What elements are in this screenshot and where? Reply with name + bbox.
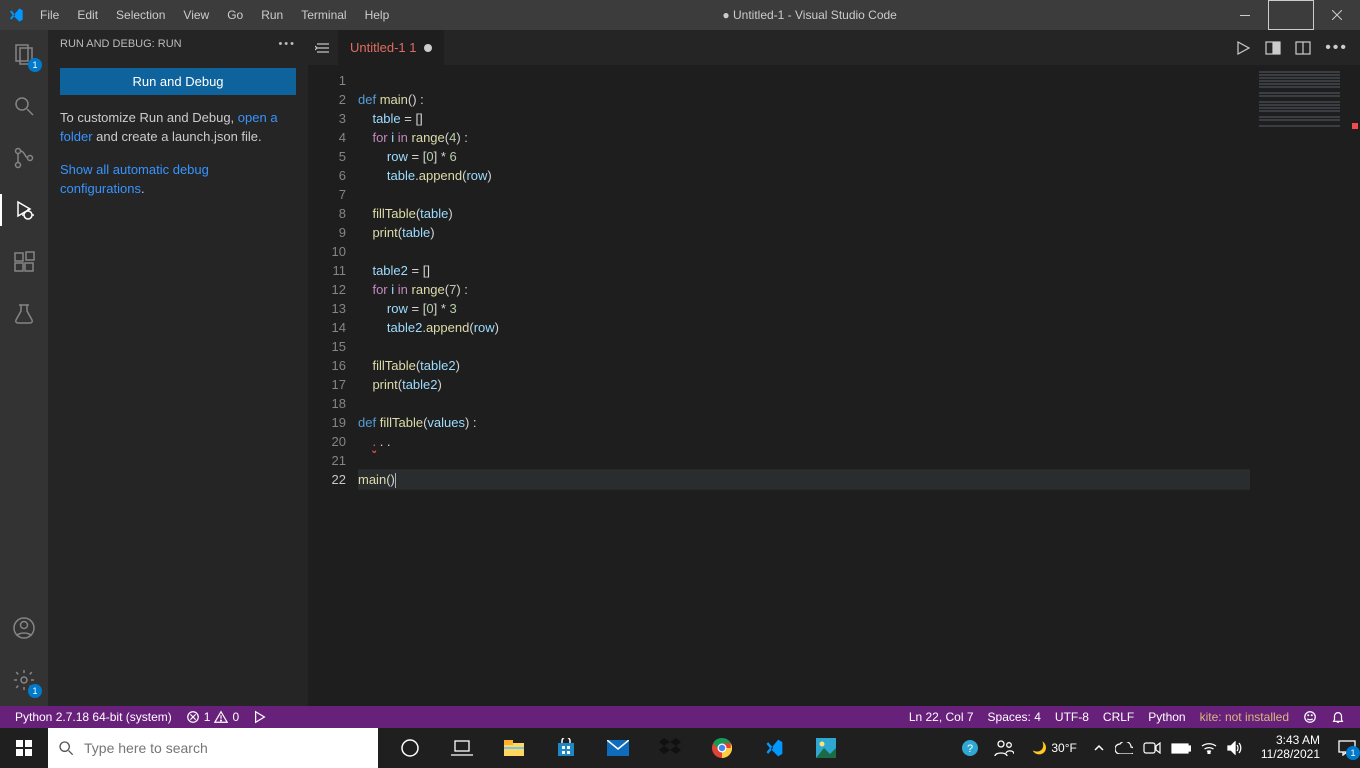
menu-file[interactable]: File bbox=[32, 0, 67, 30]
status-start-debug-icon[interactable] bbox=[246, 706, 274, 728]
editor-more-icon[interactable]: ••• bbox=[1325, 39, 1348, 57]
vscode-logo-icon bbox=[0, 7, 32, 23]
taskbar-search[interactable] bbox=[48, 728, 378, 768]
tray-clock[interactable]: 3:43 AM 11/28/2021 bbox=[1253, 734, 1328, 762]
window-minimize-button[interactable] bbox=[1222, 0, 1268, 30]
sidebar-title: RUN AND DEBUG: RUN bbox=[60, 38, 182, 50]
taskbar-vscode-icon[interactable] bbox=[762, 736, 786, 760]
sidebar-more-icon[interactable]: ••• bbox=[278, 38, 296, 50]
tray-meet-now-icon[interactable] bbox=[1143, 742, 1161, 754]
tray-chevron-up-icon[interactable] bbox=[1093, 742, 1105, 754]
sidebar-configs-text: Show all automatic debug configurations. bbox=[60, 161, 296, 199]
tab-dirty-indicator-icon bbox=[424, 44, 432, 52]
show-configs-link[interactable]: Show all automatic debug configurations bbox=[60, 162, 209, 196]
status-problems[interactable]: 1 0 bbox=[179, 706, 246, 728]
status-language-mode[interactable]: Python bbox=[1141, 706, 1192, 728]
taskbar-chrome-icon[interactable] bbox=[710, 736, 734, 760]
split-editor-icon[interactable] bbox=[1295, 40, 1311, 56]
menu-go[interactable]: Go bbox=[219, 0, 251, 30]
menu-edit[interactable]: Edit bbox=[69, 0, 106, 30]
activity-run-debug-icon[interactable] bbox=[0, 194, 48, 226]
tray-help-icon[interactable]: ? bbox=[958, 736, 982, 760]
minimap-error-marker-icon[interactable] bbox=[1352, 123, 1358, 129]
sidebar-run-and-debug: RUN AND DEBUG: RUN ••• Run and Debug To … bbox=[48, 30, 308, 706]
window-close-button[interactable] bbox=[1314, 0, 1360, 30]
svg-text:?: ? bbox=[967, 743, 973, 755]
taskbar-mail-icon[interactable] bbox=[606, 736, 630, 760]
activity-accounts-icon[interactable] bbox=[0, 612, 48, 644]
windows-taskbar: ? 🌙30°F 3:43 AM 11/28/2021 1 bbox=[0, 728, 1360, 768]
taskbar-search-input[interactable] bbox=[84, 740, 368, 756]
start-button[interactable] bbox=[0, 728, 48, 768]
taskbar-taskview-icon[interactable] bbox=[450, 736, 474, 760]
editor-tabs: Untitled-1 1 ••• bbox=[308, 30, 1360, 65]
status-bar: Python 2.7.18 64-bit (system) 1 0 Ln 22,… bbox=[0, 706, 1360, 728]
tray-volume-icon[interactable] bbox=[1227, 741, 1243, 755]
status-feedback-icon[interactable] bbox=[1296, 706, 1324, 728]
menu-help[interactable]: Help bbox=[357, 0, 398, 30]
title-bar: File Edit Selection View Go Run Terminal… bbox=[0, 0, 1360, 30]
activity-extensions-icon[interactable] bbox=[0, 246, 48, 278]
code-editor[interactable]: def main() : table = [] for i in range(4… bbox=[358, 65, 1250, 706]
run-and-debug-button[interactable]: Run and Debug bbox=[60, 68, 296, 95]
tray-wifi-icon[interactable] bbox=[1201, 742, 1217, 754]
window-title: ● Untitled-1 - Visual Studio Code bbox=[397, 8, 1222, 22]
activity-explorer-icon[interactable]: 1 bbox=[0, 38, 48, 70]
menu-terminal[interactable]: Terminal bbox=[293, 0, 354, 30]
tray-battery-icon[interactable] bbox=[1171, 743, 1191, 754]
sidebar-customize-text: To customize Run and Debug, open a folde… bbox=[60, 109, 296, 147]
minimap[interactable] bbox=[1250, 65, 1360, 706]
explorer-badge: 1 bbox=[28, 58, 42, 72]
status-notifications-icon[interactable] bbox=[1324, 706, 1352, 728]
taskbar-store-icon[interactable] bbox=[554, 736, 578, 760]
tray-onedrive-icon[interactable] bbox=[1115, 742, 1133, 754]
tray-people-icon[interactable] bbox=[992, 736, 1016, 760]
line-number-gutter[interactable]: 12345678910111213141516171819202122 bbox=[308, 65, 358, 706]
status-python-interpreter[interactable]: Python 2.7.18 64-bit (system) bbox=[8, 706, 179, 728]
editor-area: Untitled-1 1 ••• 12345678910111213141516… bbox=[308, 30, 1360, 706]
status-kite[interactable]: kite: not installed bbox=[1193, 706, 1296, 728]
activity-search-icon[interactable] bbox=[0, 90, 48, 122]
status-indent[interactable]: Spaces: 4 bbox=[981, 706, 1048, 728]
taskbar-cortana-icon[interactable] bbox=[398, 736, 422, 760]
settings-badge: 1 bbox=[28, 684, 42, 698]
activity-testing-icon[interactable] bbox=[0, 298, 48, 330]
status-eol[interactable]: CRLF bbox=[1096, 706, 1141, 728]
split-editor-right-icon[interactable] bbox=[1265, 40, 1281, 56]
activity-source-control-icon[interactable] bbox=[0, 142, 48, 174]
menu-view[interactable]: View bbox=[175, 0, 217, 30]
taskbar-explorer-icon[interactable] bbox=[502, 736, 526, 760]
editor-tab-untitled-1[interactable]: Untitled-1 1 bbox=[338, 30, 445, 65]
window-maximize-button[interactable] bbox=[1268, 0, 1314, 30]
taskbar-dropbox-icon[interactable] bbox=[658, 736, 682, 760]
status-encoding[interactable]: UTF-8 bbox=[1048, 706, 1096, 728]
run-file-icon[interactable] bbox=[1235, 40, 1251, 56]
activity-settings-icon[interactable]: 1 bbox=[0, 664, 48, 696]
tray-weather[interactable]: 🌙30°F bbox=[1026, 741, 1082, 755]
menu-run[interactable]: Run bbox=[253, 0, 291, 30]
taskbar-photos-icon[interactable] bbox=[814, 736, 838, 760]
tray-action-center-icon[interactable]: 1 bbox=[1338, 740, 1356, 756]
activity-bar: 1 1 bbox=[0, 30, 48, 706]
menu-selection[interactable]: Selection bbox=[108, 0, 173, 30]
status-cursor-position[interactable]: Ln 22, Col 7 bbox=[902, 706, 981, 728]
editor-breadcrumb-icon[interactable] bbox=[308, 30, 338, 65]
tab-label: Untitled-1 1 bbox=[350, 40, 416, 55]
menu-bar: File Edit Selection View Go Run Terminal… bbox=[32, 0, 397, 30]
